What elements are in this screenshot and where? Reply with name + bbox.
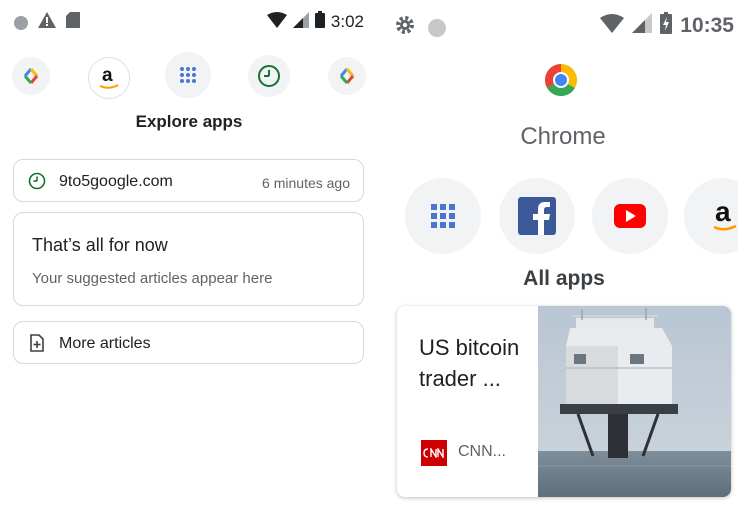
app-grid-icon	[180, 67, 196, 83]
signal-icon	[292, 11, 309, 33]
google-ads-icon	[339, 68, 355, 84]
sd-card-icon	[66, 12, 80, 33]
left-screen: 3:02 a Explore apps 9to5google.com 6 min…	[0, 0, 378, 510]
recent-site-time: 6 minutes ago	[262, 175, 350, 191]
empty-feed-title: That’s all for now	[32, 235, 168, 255]
warning-icon	[38, 12, 56, 33]
status-time: 10:35	[680, 13, 734, 37]
wifi-icon	[600, 13, 625, 38]
empty-feed-subtitle: Your suggested articles appear here	[32, 270, 273, 287]
clock-app-button[interactable]	[248, 55, 290, 97]
notification-dot-icon	[14, 15, 28, 30]
add-document-icon	[30, 334, 44, 352]
signal-icon	[632, 13, 653, 38]
article-card[interactable]: US bitcoin trader ... CNN...	[397, 306, 731, 497]
settings-gear-icon	[394, 14, 416, 41]
battery-icon	[314, 11, 325, 33]
status-bar-right: 10:35	[378, 0, 738, 42]
youtube-icon	[614, 204, 646, 228]
facebook-shortcut-button[interactable]	[499, 178, 575, 254]
google-ads-app-button-2[interactable]	[328, 57, 366, 95]
app-grid-icon	[431, 204, 455, 228]
status-time: 3:02	[330, 12, 364, 31]
recent-site-card[interactable]: 9to5google.com 6 minutes ago	[13, 159, 364, 202]
google-ads-icon	[23, 68, 39, 84]
explore-apps-label[interactable]: Explore apps	[0, 112, 378, 132]
notification-dot-icon	[428, 18, 446, 37]
svg-text:a: a	[715, 199, 731, 227]
article-source: CNN...	[458, 443, 506, 460]
amazon-shortcut-button[interactable]: a	[684, 178, 738, 254]
recent-site-domain: 9to5google.com	[59, 173, 173, 190]
app-grid-button[interactable]	[405, 178, 481, 254]
cnn-logo-icon	[421, 440, 447, 466]
more-articles-label: More articles	[59, 335, 151, 352]
status-bar-left: 3:02	[0, 0, 378, 42]
chrome-logo	[543, 62, 579, 98]
all-apps-label[interactable]: All apps	[378, 267, 738, 291]
amazon-icon: a	[714, 199, 737, 231]
empty-feed-card: That’s all for now Your suggested articl…	[13, 212, 364, 306]
amazon-app-button[interactable]: a	[88, 57, 130, 99]
clock-icon	[258, 65, 280, 87]
right-screen: 10:35 Chrome a All apps US bitcoin trade…	[378, 0, 738, 510]
app-grid-button[interactable]	[165, 52, 211, 98]
facebook-icon	[518, 197, 556, 235]
svg-text:a: a	[102, 65, 113, 86]
youtube-shortcut-button[interactable]	[592, 178, 668, 254]
app-title: Chrome	[520, 123, 606, 150]
more-articles-button[interactable]: More articles	[13, 321, 364, 364]
article-image	[538, 306, 731, 497]
google-ads-app-button[interactable]	[12, 57, 50, 95]
amazon-icon: a	[99, 65, 119, 89]
article-headline: US bitcoin trader ...	[419, 335, 520, 391]
battery-charging-icon	[660, 12, 673, 39]
history-clock-icon	[28, 172, 46, 190]
wifi-icon	[266, 11, 287, 33]
